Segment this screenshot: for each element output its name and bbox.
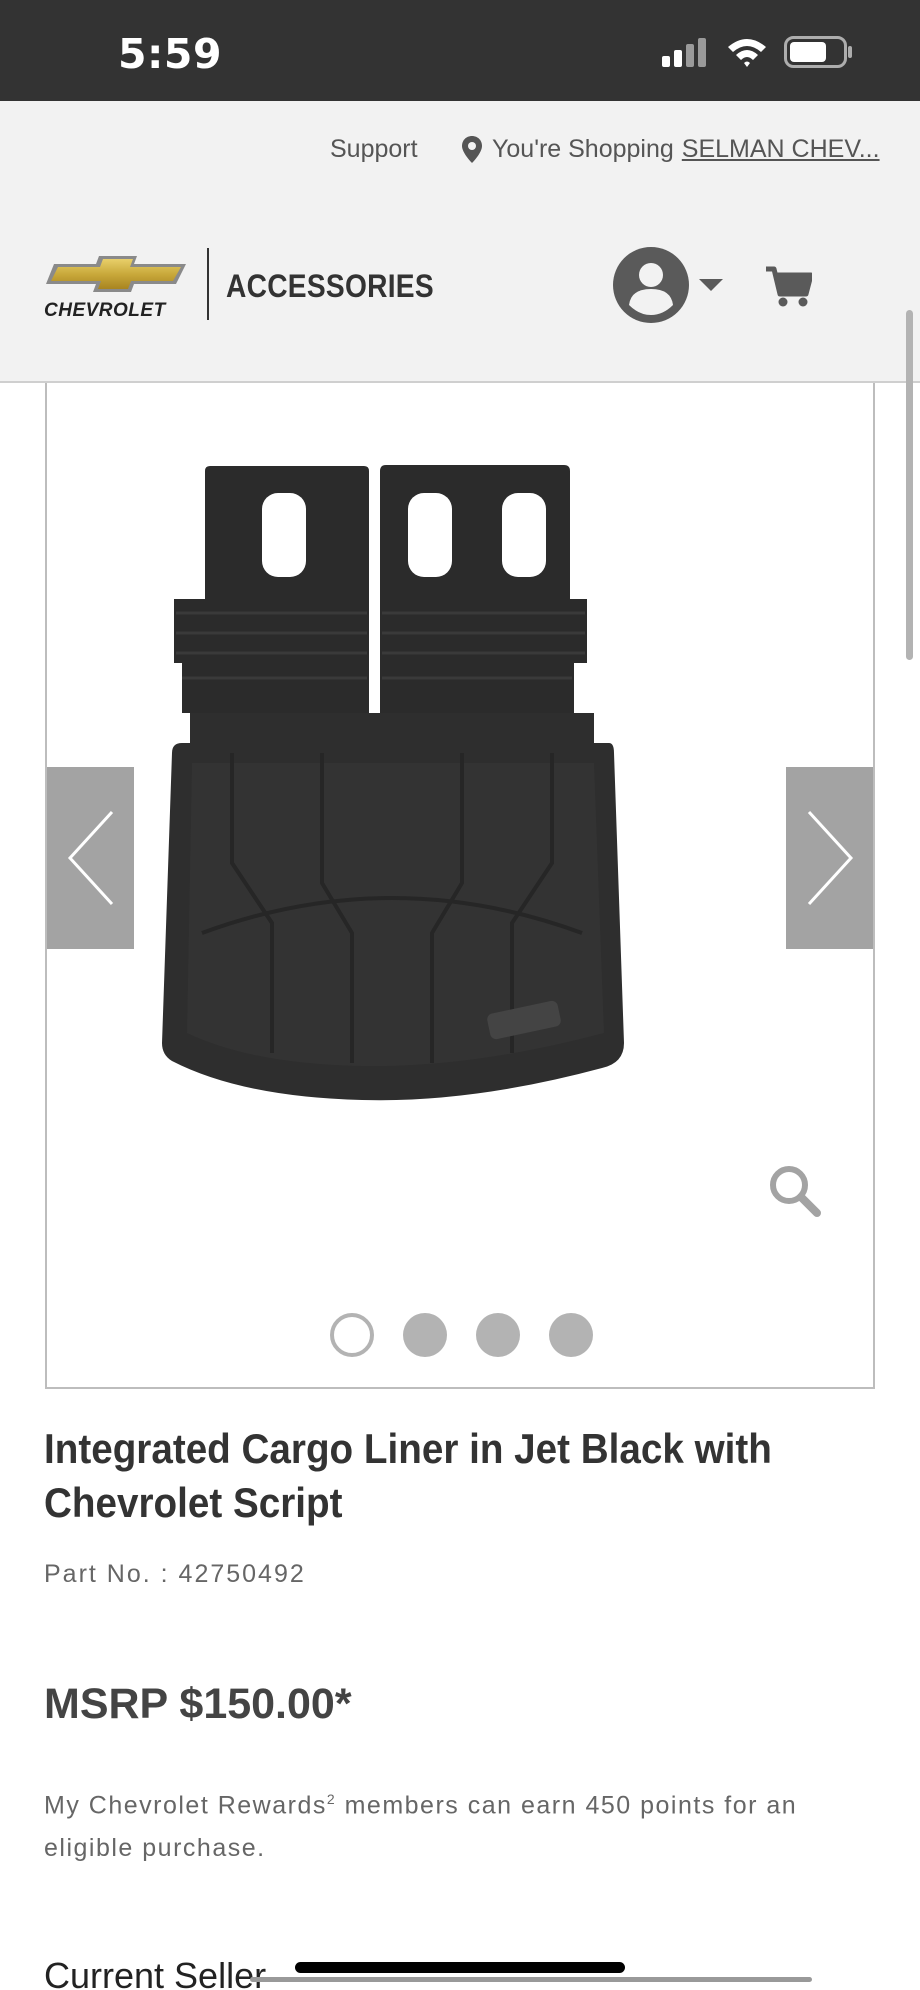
chevron-down-icon (699, 279, 723, 291)
home-indicator[interactable] (295, 1962, 625, 1973)
product-title: Integrated Cargo Liner in Jet Black with… (44, 1422, 780, 1530)
gallery-dot[interactable] (476, 1313, 520, 1357)
cargo-liner-image (162, 465, 624, 1101)
current-seller-heading: Current Seller (44, 1955, 267, 1990)
gallery-dot[interactable] (403, 1313, 447, 1357)
gallery-dot[interactable] (549, 1313, 593, 1357)
rewards-text-pre: My Chevrolet Rewards (44, 1791, 327, 1820)
utility-bar: Support You're Shopping SELMAN CHEV... (0, 101, 920, 196)
chevron-left-icon (67, 810, 113, 906)
gallery-prev-button[interactable] (47, 767, 134, 949)
rewards-text: My Chevrolet Rewards2 members can earn 4… (44, 1778, 884, 1870)
msrp-price: MSRP $150.00* (44, 1680, 352, 1728)
dealer-selector[interactable]: You're Shopping SELMAN CHEV... (462, 135, 880, 164)
support-link[interactable]: Support (330, 135, 418, 164)
page-scrollbar[interactable] (906, 310, 913, 660)
logo-divider (207, 248, 209, 320)
user-avatar-icon (613, 247, 689, 323)
status-bar: 5:59 (0, 0, 920, 101)
signal-icon (662, 38, 706, 67)
part-number: Part No. : 42750492 (44, 1560, 306, 1588)
battery-icon (784, 36, 852, 68)
dealer-link[interactable]: SELMAN CHEV... (682, 135, 880, 164)
section-title[interactable]: ACCESSORIES (226, 268, 434, 305)
chevrolet-bowtie-logo[interactable] (44, 254, 189, 299)
location-pin-icon (462, 136, 482, 163)
rewards-footnote[interactable]: 2 (327, 1791, 336, 1807)
product-gallery (45, 383, 875, 1389)
section-divider (250, 1977, 812, 1982)
gallery-dot[interactable] (330, 1313, 374, 1357)
wifi-icon (728, 39, 766, 67)
shopping-label: You're Shopping (492, 135, 674, 163)
cart-icon[interactable] (766, 266, 812, 308)
brand-wordmark: CHEVROLET (44, 300, 166, 321)
product-title-line2: Chevrolet Script (44, 1479, 343, 1526)
status-time: 5:59 (118, 30, 222, 78)
zoom-icon[interactable] (767, 1163, 823, 1219)
product-title-line1: Integrated Cargo Liner in Jet Black with (44, 1425, 772, 1472)
account-menu[interactable] (613, 247, 723, 323)
status-icons (662, 36, 854, 68)
chevron-right-icon (807, 810, 853, 906)
gallery-pagination (330, 1313, 593, 1357)
gallery-next-button[interactable] (786, 767, 873, 949)
main-header: CHEVROLET ACCESSORIES (0, 196, 920, 383)
